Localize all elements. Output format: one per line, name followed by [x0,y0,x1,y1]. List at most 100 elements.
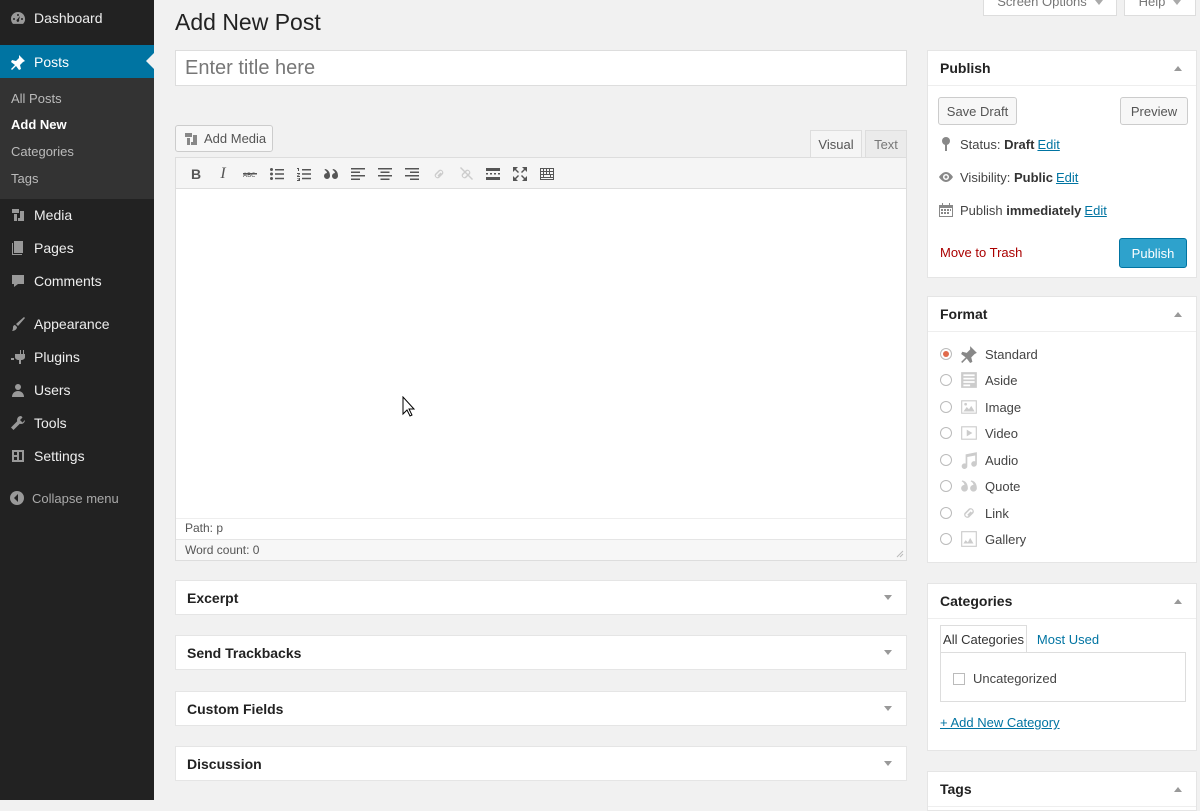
move-to-trash-link[interactable]: Move to Trash [940,245,1022,260]
menu-item-settings[interactable]: Settings [0,439,154,472]
format-option-image[interactable]: Image [940,398,1021,416]
italic-icon[interactable]: I [213,164,233,184]
insert-more-icon[interactable] [483,164,503,184]
pushpin-icon [942,137,950,151]
categories-box-header[interactable]: Categories [928,584,1196,619]
screen-options-button[interactable]: Screen Options [983,0,1117,16]
screen-options-label: Screen Options [997,0,1087,9]
menu-label: Settings [34,447,85,464]
format-option-quote[interactable]: Quote [940,477,1020,495]
submenu-categories[interactable]: Categories [11,144,74,159]
word-count-label: Word count: 0 [185,543,260,557]
format-option-standard[interactable]: Standard [940,345,1038,363]
format-radio[interactable] [940,533,952,545]
tab-all-categories[interactable]: All Categories [940,625,1027,653]
menu-item-posts[interactable]: Posts [0,45,154,78]
align-left-icon[interactable] [348,164,368,184]
numbered-list-icon[interactable] [294,164,314,184]
align-center-icon[interactable] [375,164,395,184]
menu-item-tools[interactable]: Tools [0,406,154,439]
format-radio[interactable] [940,401,952,413]
edit-status-link[interactable]: Edit [1037,137,1059,152]
menu-label: Appearance [34,315,110,332]
menu-item-media[interactable]: Media [0,198,154,231]
collapse-arrow-icon [9,490,25,506]
format-option-video[interactable]: Video [940,424,1018,442]
tab-visual[interactable]: Visual [810,130,862,158]
toggle-arrow-icon [1174,312,1182,317]
format-radio[interactable] [940,480,952,492]
format-radio[interactable] [940,507,952,519]
add-media-button[interactable]: Add Media [175,125,273,152]
collapse-label: Collapse menu [32,490,119,506]
menu-label: Dashboard [34,9,103,26]
bold-icon[interactable]: B [186,164,206,184]
mouse-cursor-icon [402,396,416,417]
submenu-tags[interactable]: Tags [11,171,38,186]
format-option-aside[interactable]: Aside [940,371,1018,389]
format-radio[interactable] [940,427,952,439]
format-box-header[interactable]: Format [928,297,1196,332]
strikethrough-icon[interactable]: ABC [240,164,260,184]
format-radio[interactable] [940,348,952,360]
format-option-audio[interactable]: Audio [940,451,1018,469]
toggle-arrow-icon [884,761,892,766]
toggle-arrow-icon [884,650,892,655]
link-icon [964,508,974,518]
menu-label: Media [34,206,73,223]
publish-button[interactable]: Publish [1119,238,1187,268]
save-draft-button[interactable]: Save Draft [938,97,1017,125]
eye-icon [939,172,953,182]
menu-item-dashboard[interactable]: Dashboard [0,1,154,34]
edit-visibility-link[interactable]: Edit [1056,170,1078,185]
format-option-gallery[interactable]: Gallery [940,530,1026,548]
settings-icon [8,446,28,466]
submenu-add-new[interactable]: Add New [11,117,67,132]
tags-box-header[interactable]: Tags [928,772,1196,807]
word-count: Word count: 0 [176,539,906,560]
visibility-label: Visibility: [960,169,1011,185]
collapse-menu-button[interactable]: Collapse menu [0,486,154,510]
submenu-all-posts[interactable]: All Posts [11,91,62,106]
format-label: Quote [985,478,1021,494]
media-icon [8,205,28,225]
metabox-excerpt[interactable]: Excerpt [175,580,907,615]
toolbar-toggle-icon[interactable] [537,164,557,184]
insert-link-icon[interactable] [429,164,449,184]
box-title: Publish [940,60,991,76]
preview-button[interactable]: Preview [1120,97,1188,125]
format-label: Video [985,425,1019,441]
add-new-category-link[interactable]: + Add New Category [940,715,1060,730]
format-label: Standard [985,346,1038,362]
publish-box: Publish Save Draft Preview Status: Draft… [927,50,1197,278]
menu-item-appearance[interactable]: Appearance [0,307,154,340]
post-visibility: Visibility: Public Edit [938,169,1078,185]
bullet-list-icon[interactable] [267,164,287,184]
tab-most-used[interactable]: Most Used [1030,625,1106,653]
resize-handle-icon[interactable] [894,548,904,558]
publish-box-header[interactable]: Publish [928,51,1196,86]
format-radio[interactable] [940,374,952,386]
blockquote-icon[interactable] [321,164,341,184]
post-title-input[interactable] [175,50,907,86]
format-radio[interactable] [940,454,952,466]
post-content-editor[interactable]: B I ABC Path: p Word count: 0 [175,157,907,561]
format-option-link[interactable]: Link [940,504,1009,522]
menu-item-comments[interactable]: Comments [0,264,154,297]
menu-label: Posts [34,53,70,70]
tab-text[interactable]: Text [865,130,907,158]
fullscreen-icon[interactable] [510,164,530,184]
metabox-custom-fields[interactable]: Custom Fields [175,691,907,726]
menu-item-pages[interactable]: Pages [0,231,154,264]
edit-schedule-link[interactable]: Edit [1084,203,1106,218]
align-right-icon[interactable] [402,164,422,184]
schedule-value: immediately [1006,202,1082,218]
metabox-send-trackbacks[interactable]: Send Trackbacks [175,635,907,670]
category-checkbox[interactable] [953,673,965,685]
metabox-discussion[interactable]: Discussion [175,746,907,781]
menu-item-plugins[interactable]: Plugins [0,340,154,373]
unlink-icon[interactable] [456,164,476,184]
menu-item-users[interactable]: Users [0,373,154,406]
help-button[interactable]: Help [1124,0,1196,16]
format-label: Image [985,399,1022,415]
